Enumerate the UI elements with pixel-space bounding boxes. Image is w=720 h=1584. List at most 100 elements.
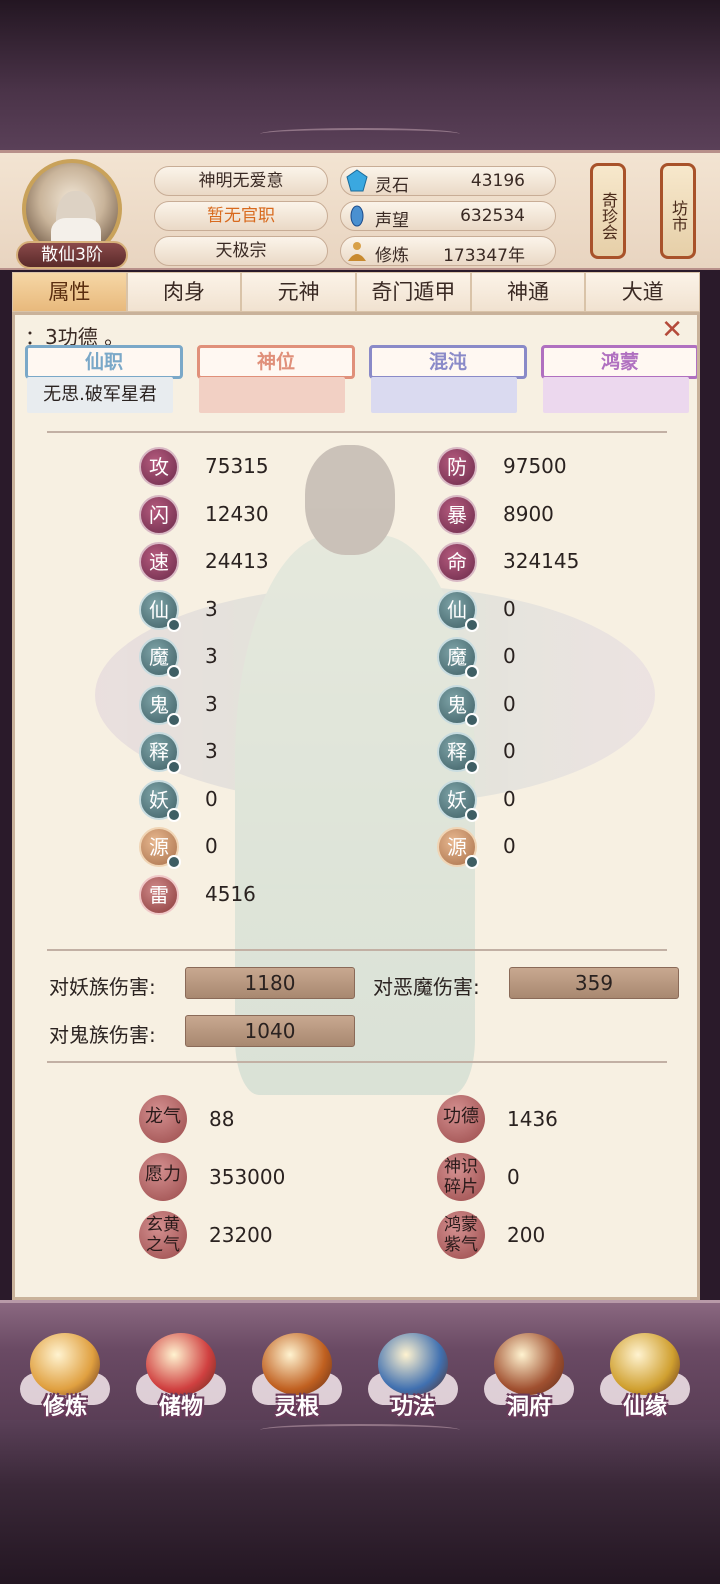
stat-icon[interactable]: 释 (437, 732, 479, 774)
stat-value: 0 (503, 739, 516, 763)
extra-stat-value: 353000 (209, 1165, 286, 1189)
ribbon-hongmeng[interactable]: 鸿蒙 (541, 345, 697, 379)
resource-reputation[interactable]: 声望 632534 (340, 201, 556, 231)
ribbon-chaos[interactable]: 混沌 (369, 345, 527, 379)
stat-value: 0 (205, 786, 218, 811)
nav-item-meditating-monk[interactable]: 修炼 (10, 1313, 120, 1423)
nav-item-gourd[interactable]: 仙缘 (590, 1313, 700, 1423)
stat-value: 97500 (503, 454, 567, 478)
stat-char: 魔 (447, 645, 467, 669)
extra-stat-value: 23200 (209, 1223, 273, 1247)
storage-bag-icon (146, 1333, 216, 1395)
stat-value: 3 (205, 739, 218, 763)
extra-stat-label: 鸿蒙 (444, 1215, 478, 1235)
stat-value: 24413 (205, 549, 269, 573)
resource-spirit-stone[interactable]: 灵石 43196 (340, 166, 556, 196)
cultivation-icon (348, 242, 366, 261)
treasure-fair-button[interactable]: 奇珍会 (590, 163, 626, 259)
stat-icon[interactable]: 仙 (139, 589, 181, 632)
official-post[interactable]: 暂无官职 (154, 201, 328, 231)
immortal-post-value: 无思.破军星君 (27, 377, 173, 413)
market-button[interactable]: 坊市 (660, 163, 696, 259)
ribbon-immortal-post[interactable]: 仙职 (25, 345, 183, 379)
nav-item-cave-mansion[interactable]: 洞府 (474, 1313, 584, 1423)
info-badge-icon (465, 807, 479, 822)
ribbon-god-rank[interactable]: 神位 (197, 345, 355, 379)
stat-icon[interactable]: 防 (437, 447, 477, 487)
stat-icon[interactable]: 源 (139, 827, 181, 869)
stat-char: 鬼 (149, 692, 169, 717)
stat-icon[interactable]: 暴 (437, 494, 477, 535)
extra-stat-label: 功德 (443, 1106, 479, 1127)
stat-char: 魔 (149, 645, 169, 669)
extra-stat-icon[interactable]: 愿力 (139, 1153, 187, 1201)
stat-icon[interactable]: 鬼 (437, 684, 479, 727)
stat-value: 0 (503, 644, 516, 668)
stat-icon[interactable]: 妖 (437, 779, 479, 822)
attributes-panel: ：3功德 。 ✕ 仙职 神位 混沌 鸿蒙 无思.破军星君 攻 75315 闪 1243… (12, 312, 700, 1300)
info-badge-icon (465, 760, 479, 774)
damage-demon-value: 359 (509, 967, 679, 999)
tab-soul[interactable]: 元神 (241, 272, 357, 312)
extra-stat-icon[interactable]: 功德 (437, 1095, 485, 1143)
stat-char: 源 (149, 835, 169, 859)
stat-value: 3 (205, 644, 218, 668)
tab-attributes[interactable]: 属性 (12, 272, 127, 312)
stat-icon[interactable]: 鬼 (139, 684, 181, 727)
stat-char: 妖 (149, 787, 169, 812)
god-rank-value (199, 377, 345, 413)
nav-item-technique-book[interactable]: 功法 (358, 1313, 468, 1423)
sect-name[interactable]: 天极宗 (154, 236, 328, 266)
resource-label: 修炼 (375, 246, 409, 266)
resource-cultivation[interactable]: 修炼 173347年 (340, 236, 556, 266)
tab-divine-power[interactable]: 神通 (470, 272, 586, 312)
stat-value: 324145 (503, 549, 580, 573)
stat-char: 妖 (447, 787, 467, 812)
stat-icon[interactable]: 释 (139, 732, 181, 774)
nav-label: 功法 (390, 1395, 435, 1420)
bottom-ornament (260, 1424, 460, 1436)
stat-icon[interactable]: 仙 (437, 589, 479, 632)
damage-ghost-label: 对鬼族伤害: (49, 1023, 156, 1047)
tab-great-dao[interactable]: 大道 (585, 272, 701, 312)
stat-icon[interactable]: 命 (437, 542, 477, 582)
stat-icon[interactable]: 魔 (437, 637, 479, 679)
tab-body[interactable]: 肉身 (126, 272, 242, 312)
stat-value: 75315 (205, 454, 269, 478)
extra-stat-icon[interactable]: 玄黄 之气 (139, 1211, 187, 1259)
info-badge-icon (465, 855, 479, 869)
nav-item-storage-bag[interactable]: 储物 (126, 1313, 236, 1423)
nav-label: 储物 (158, 1395, 203, 1420)
stat-icon[interactable]: 雷 (139, 874, 179, 915)
extra-stat-icon[interactable]: 龙气 (139, 1095, 187, 1143)
divider (47, 431, 667, 433)
extra-stat-icon[interactable]: 神识 碎片 (437, 1153, 485, 1201)
extra-stat-value: 200 (507, 1223, 546, 1247)
stat-char: 鬼 (447, 692, 467, 717)
info-badge-icon (167, 712, 181, 727)
info-badge-icon (167, 665, 181, 679)
gourd-icon (610, 1333, 680, 1395)
nav-label: 仙缘 (622, 1395, 667, 1420)
stat-value: 0 (503, 834, 516, 858)
extra-stat-label: 玄黄 (146, 1215, 180, 1235)
close-icon[interactable]: ✕ (661, 315, 683, 345)
stat-icon[interactable]: 魔 (139, 637, 181, 679)
stat-icon[interactable]: 攻 (139, 447, 179, 487)
stat-char: 仙 (447, 597, 467, 622)
stat-value: 0 (503, 786, 516, 811)
stat-char: 释 (149, 740, 169, 764)
divider (47, 949, 667, 951)
stat-icon[interactable]: 妖 (139, 779, 181, 822)
stat-icon[interactable]: 闪 (139, 494, 179, 535)
bottom-background (0, 1420, 720, 1584)
nav-item-spirit-root[interactable]: 灵根 (242, 1313, 352, 1423)
resource-label: 灵石 (375, 176, 409, 196)
damage-yao-value: 1180 (185, 967, 355, 999)
stat-icon[interactable]: 速 (139, 542, 179, 582)
tab-qimen[interactable]: 奇门遁甲 (356, 272, 471, 312)
stat-icon[interactable]: 源 (437, 827, 479, 869)
nav-label: 修炼 (42, 1395, 87, 1420)
extra-stat-icon[interactable]: 鸿蒙 紫气 (437, 1211, 485, 1259)
info-badge-icon (167, 760, 181, 774)
